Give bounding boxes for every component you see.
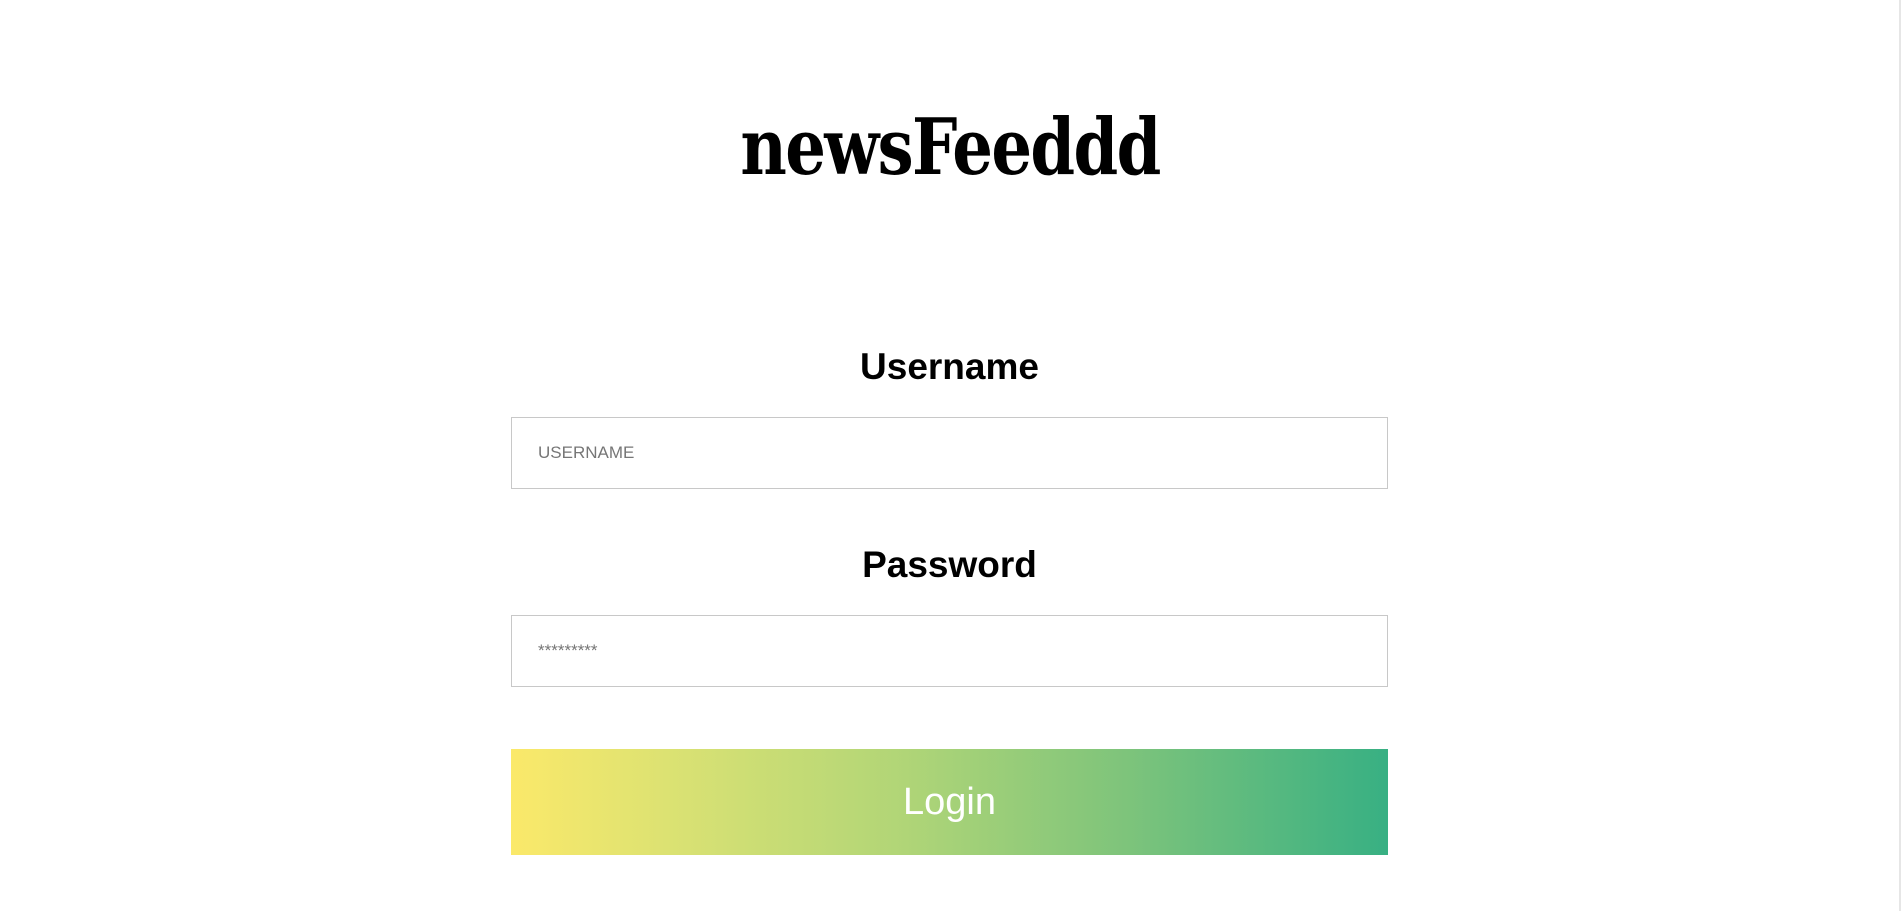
login-form: Username Password Login: [511, 335, 1388, 855]
username-input[interactable]: [511, 417, 1388, 489]
login-page: newsFeeddd Username Password Login: [0, 0, 1901, 911]
login-button[interactable]: Login: [511, 749, 1388, 855]
username-label: Username: [860, 346, 1039, 387]
app-logo: newsFeeddd: [740, 102, 1161, 193]
password-input[interactable]: [511, 615, 1388, 687]
password-label: Password: [862, 544, 1037, 585]
